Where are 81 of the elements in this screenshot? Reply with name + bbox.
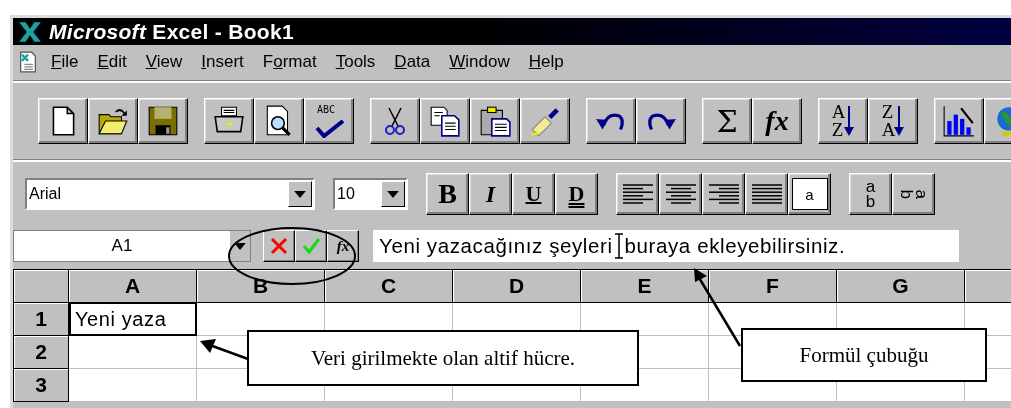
down-arrow-icon (894, 105, 905, 137)
paste-button[interactable] (470, 98, 520, 144)
sort-asc-button[interactable]: AZ (818, 98, 868, 144)
column-header[interactable]: G (837, 270, 965, 303)
font-field[interactable]: Arial (25, 178, 315, 210)
open-button[interactable] (88, 98, 138, 144)
copy-button[interactable] (420, 98, 470, 144)
column-header[interactable] (965, 270, 1011, 303)
column-header[interactable]: D (453, 270, 581, 303)
annotation-tooltip: Formül çubuğu (741, 328, 987, 382)
vertical-text-button[interactable]: ab (849, 173, 892, 215)
justify-button[interactable] (745, 173, 788, 215)
menu-item[interactable]: Format (256, 51, 330, 72)
active-cell[interactable]: Yeni yaza (69, 303, 197, 336)
cancel-button[interactable] (263, 230, 295, 262)
column-header[interactable]: A (69, 270, 197, 303)
sort-desc-button[interactable]: ZA (868, 98, 918, 144)
select-all-button[interactable] (14, 270, 69, 303)
arrow (200, 339, 249, 361)
align-right-button[interactable] (702, 173, 745, 215)
dropdown-icon (234, 242, 246, 250)
painter-button[interactable] (520, 98, 570, 144)
print-button[interactable] (204, 98, 254, 144)
align-center-button[interactable] (659, 173, 702, 215)
bold-button[interactable]: B (426, 173, 469, 215)
row-header[interactable]: 3 (14, 369, 69, 402)
clipboard-icon (478, 104, 512, 138)
menu-item[interactable]: Help (522, 51, 577, 72)
column-header[interactable]: C (325, 270, 453, 303)
undo-button[interactable] (586, 98, 636, 144)
window-title: Microsoft Excel - Book1 (49, 19, 294, 44)
dropdown-icon (294, 190, 306, 198)
copy-icon (428, 104, 462, 138)
column-header[interactable]: F (709, 270, 837, 303)
preview-button[interactable] (254, 98, 304, 144)
justify-icon (751, 183, 782, 205)
row-header[interactable]: 2 (14, 336, 69, 369)
redo-button[interactable] (636, 98, 686, 144)
bar-chart-icon (942, 104, 976, 138)
spell-button[interactable]: ABC (304, 98, 354, 144)
new-button[interactable] (38, 98, 88, 144)
down-arrow-icon (844, 105, 855, 137)
function-button[interactable]: fx (752, 98, 802, 144)
table-cell[interactable] (69, 336, 197, 369)
sum-button[interactable]: Σ (702, 98, 752, 144)
menu-item[interactable]: Tools (329, 51, 389, 72)
text-cursor-icon (613, 233, 624, 259)
table-cell[interactable] (581, 303, 709, 336)
chart-button[interactable] (934, 98, 984, 144)
menu-item[interactable]: View (139, 51, 196, 72)
row-header[interactable]: 1 (14, 303, 69, 336)
insert-function-button[interactable]: fx (327, 230, 359, 262)
cut-button[interactable] (370, 98, 420, 144)
save-button[interactable] (138, 98, 188, 144)
excel-icon (17, 20, 43, 43)
rotated-text-button[interactable]: ab (892, 173, 935, 215)
menu-item[interactable]: Edit (91, 51, 140, 72)
align-left-button[interactable] (616, 173, 659, 215)
table-cell[interactable] (69, 369, 197, 402)
align-right-icon (708, 183, 739, 205)
italic-button[interactable]: I (469, 173, 512, 215)
merge-button[interactable]: a (788, 173, 831, 215)
menu-item[interactable]: File (45, 51, 92, 72)
menu-item[interactable]: Insert (195, 51, 257, 72)
align-center-icon (665, 183, 696, 205)
dropdown-icon (387, 190, 399, 198)
double-underline-button[interactable]: D (555, 173, 598, 215)
name-box[interactable]: A1 (13, 230, 251, 262)
check-icon (315, 120, 345, 138)
underline-button[interactable]: U (512, 173, 555, 215)
cross-icon (269, 236, 289, 256)
annotation-tooltip: Veri girilmekte olan altif hücre. (247, 330, 639, 386)
column-header[interactable]: E (581, 270, 709, 303)
align-left-icon (622, 183, 653, 205)
enter-button[interactable] (295, 230, 327, 262)
check-icon (301, 236, 321, 256)
formula-field[interactable]: Yeni yazacağınız şeyleri buraya ekleyebilirsiniz. (373, 230, 959, 262)
document-icon[interactable] (17, 50, 39, 73)
menu-item[interactable]: Data (388, 51, 444, 72)
menu-item[interactable]: Window (443, 51, 523, 72)
font-size-field[interactable]: 10 (333, 178, 408, 210)
